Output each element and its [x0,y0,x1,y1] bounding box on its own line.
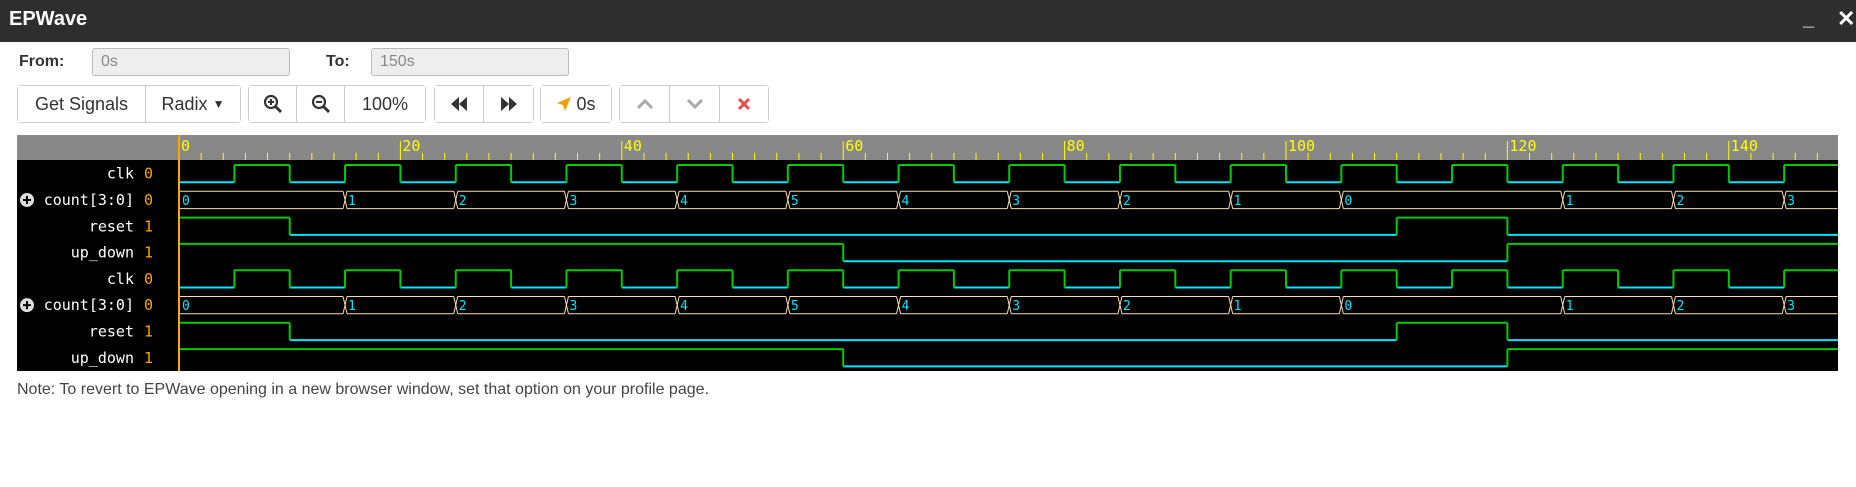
zoom-out-icon [311,94,330,114]
signal-name: count[3:0] [44,191,134,209]
zoom-level-button[interactable]: 100% [345,86,425,122]
fast-forward-button[interactable] [484,86,533,122]
bus-value-label: 0 [1344,194,1352,209]
note-text: Note: To revert to EPWave opening in a n… [17,381,709,398]
signal-name: up_down [71,349,134,367]
bus-value-label: 3 [569,299,577,314]
signal-name: reset [89,322,134,340]
bus-value-label: 2 [459,194,467,209]
bus-value-label: 2 [1123,194,1131,209]
signal-value: 1 [144,217,153,235]
signal-name: count[3:0] [44,296,134,314]
bus-value-label: 3 [1012,194,1020,209]
title-bar: EPWave _ ✕ [0,0,1856,42]
cursor-icon [557,97,572,111]
cursor-time-button[interactable]: 0s [541,86,611,122]
chevron-up-icon [636,98,653,110]
bus-value-label: 0 [182,194,190,209]
cursor-group: 0s [540,85,612,123]
tick-label: 40 [624,137,642,155]
bus-value-label: 2 [459,299,467,314]
bus-value-label: 3 [1787,194,1795,209]
signal-value: 1 [144,322,153,340]
from-field[interactable]: 0s [92,48,290,76]
signal-value: 1 [144,244,153,262]
fast-forward-icon [500,97,517,111]
radix-button[interactable]: Radix ▼ [146,86,240,122]
close-window-icon[interactable]: ✕ [1837,6,1855,32]
bus-value-label: 2 [1123,299,1131,314]
bus-value-label: 1 [1566,299,1574,314]
waveform-viewer[interactable]: 0 20 40 60 80 100 120 140clk 0count[3:0] 0 0 1 2 3 4 5 4… [17,135,1838,371]
signal-name: reset [89,217,134,235]
signal-value: 0 [144,165,153,183]
from-label: From: [19,53,65,70]
get-signals-button[interactable]: Get Signals [18,86,146,122]
zoom-group: 100% [248,85,426,123]
bus-value-label: 0 [1344,299,1352,314]
tick-label: 20 [402,137,420,155]
move-up-button[interactable] [620,86,670,122]
bus-value-label: 4 [680,194,688,209]
zoom-in-icon [263,94,282,114]
bus-value-label: 2 [1676,299,1684,314]
bus-value-label: 3 [1012,299,1020,314]
close-icon [737,97,751,111]
rewind-icon [451,97,467,111]
bus-value-label: 1 [1234,299,1242,314]
bus-value-label: 1 [348,194,356,209]
move-down-button[interactable] [670,86,720,122]
chevron-down-icon [686,98,703,110]
signal-value: 1 [144,349,153,367]
bus-value-label: 3 [569,194,577,209]
bus-value-label: 4 [680,299,688,314]
signal-value: 0 [144,296,153,314]
to-label: To: [326,53,350,70]
tick-label: 140 [1731,137,1758,155]
caret-down-icon: ▼ [212,97,225,111]
bus-value-label: 0 [182,299,190,314]
bus-value-label: 5 [791,194,799,209]
bus-value-label: 1 [1566,194,1574,209]
navigate-group [434,85,534,123]
remove-signal-button[interactable] [720,86,768,122]
bus-value-label: 1 [1234,194,1242,209]
to-field[interactable]: 150s [371,48,569,76]
row-group [619,85,769,123]
zoom-out-button[interactable] [297,86,345,122]
signal-name: clk [107,165,134,183]
tick-label: 60 [845,137,863,155]
bus-value-label: 4 [902,194,910,209]
radix-label: Radix [161,93,208,114]
bus-value-label: 2 [1676,194,1684,209]
bus-value-label: 3 [1787,299,1795,314]
rewind-button[interactable] [435,86,484,122]
signals-group: Get Signals Radix ▼ [17,85,241,123]
signal-value: 0 [144,191,153,209]
bus-value-label: 4 [902,299,910,314]
signal-name: clk [107,270,134,288]
bus-value-label: 1 [348,299,356,314]
signal-value: 0 [144,270,153,288]
tick-label: 120 [1509,137,1536,155]
bus-value-label: 5 [791,299,799,314]
minimize-icon[interactable]: _ [1803,8,1814,31]
tick-label: 80 [1067,137,1085,155]
tick-label: 0 [181,137,190,155]
tick-label: 100 [1288,137,1315,155]
cursor-time-label: 0s [576,93,596,114]
zoom-in-button[interactable] [249,86,297,122]
signal-name: up_down [71,244,134,262]
window-title: EPWave [9,8,88,30]
